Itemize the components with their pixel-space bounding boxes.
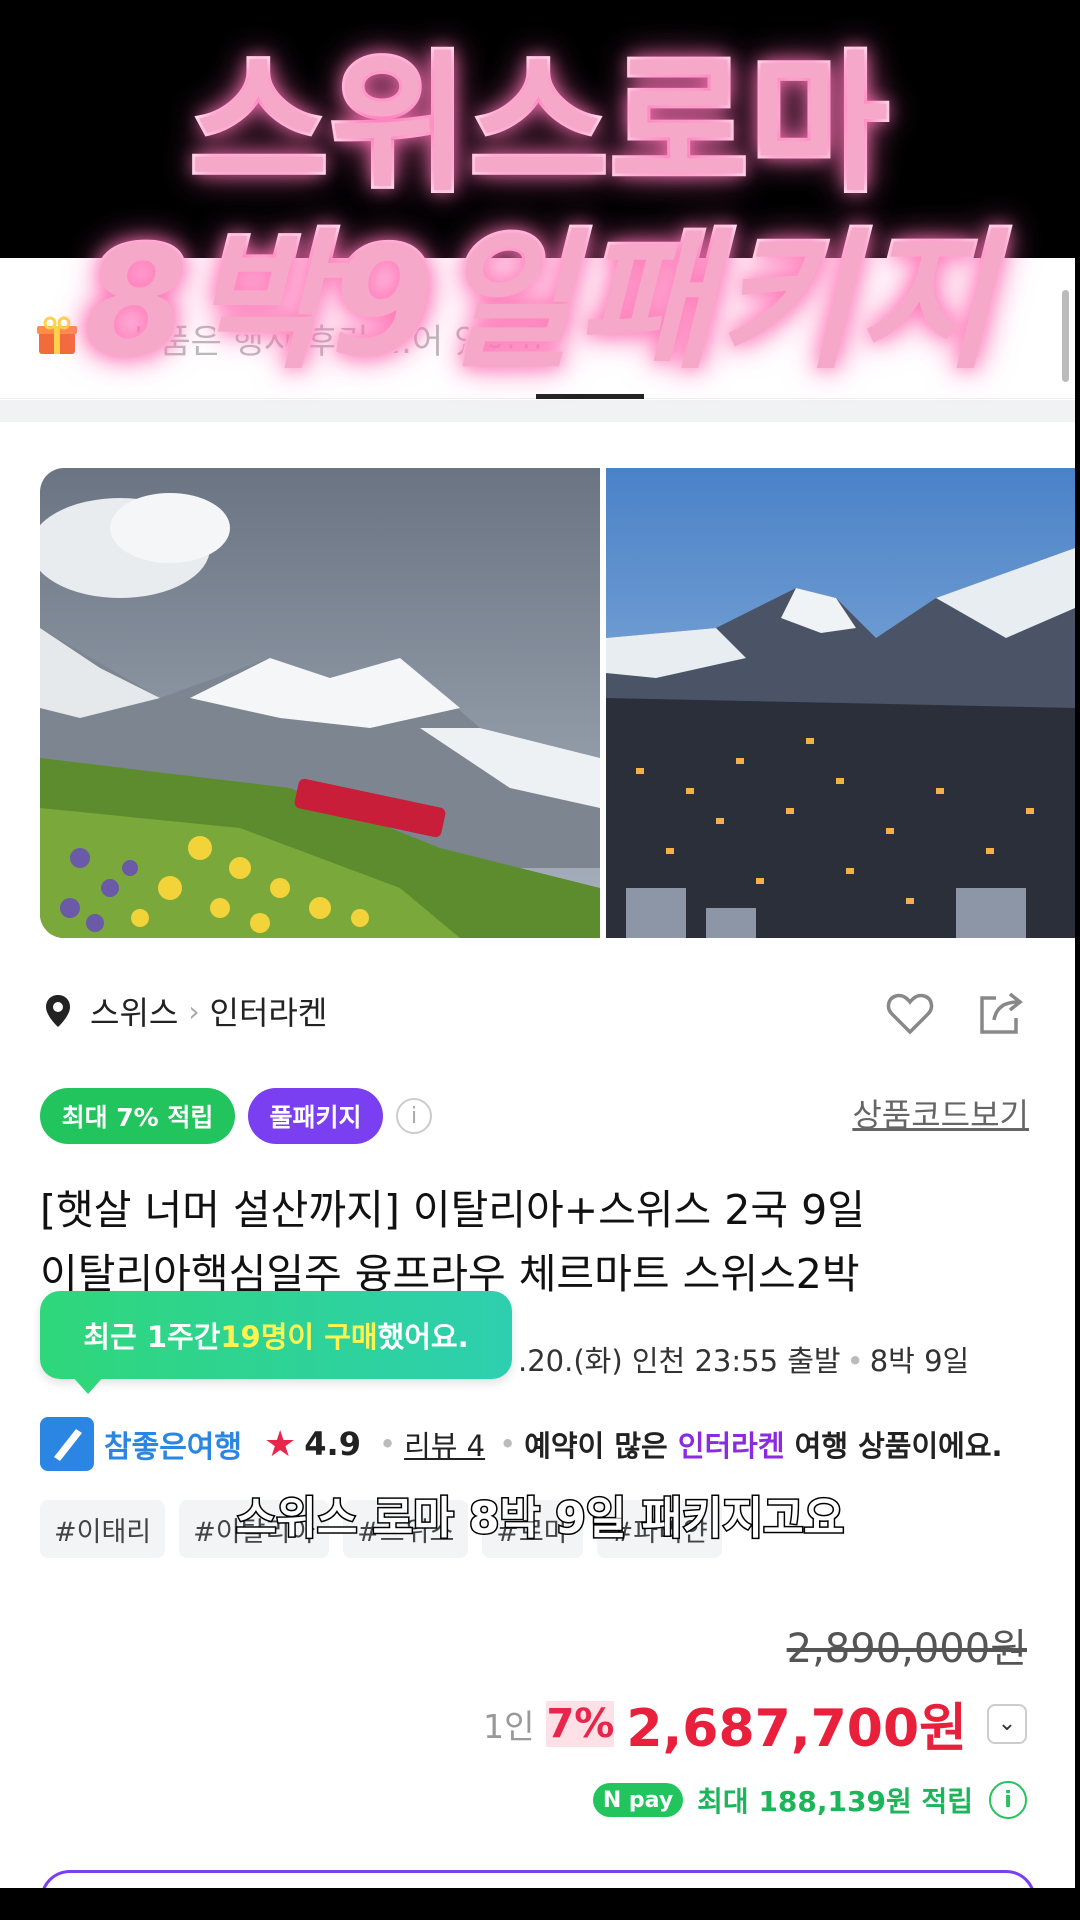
popularity-msg: 예약이 많은 인터라켄 여행 상품이에요. bbox=[524, 1429, 1003, 1463]
npay-points-row: N pay 최대 188,139원 적립 i bbox=[592, 1780, 1027, 1820]
departure-info: .20.(화) 인천 23:55 출발 • 8박 9일 bbox=[518, 1344, 970, 1378]
product-image-jungfrau[interactable] bbox=[40, 468, 600, 938]
trip-duration: 8박 9일 bbox=[869, 1344, 970, 1378]
purchase-tooltip: 최근 1주간 19명이 구매 했어요. bbox=[40, 1291, 512, 1379]
overlay-title-line1: 스위스로마 bbox=[187, 37, 891, 213]
bottom-black-band bbox=[0, 1888, 1080, 1920]
final-price: 2,687,700원 bbox=[626, 1699, 967, 1759]
tab-indicator bbox=[536, 394, 644, 399]
chevron-right-icon: › bbox=[188, 994, 200, 1028]
pin-icon bbox=[46, 995, 70, 1027]
original-price: 2,890,000원 bbox=[786, 1626, 1027, 1672]
heart-icon[interactable] bbox=[884, 988, 936, 1040]
price-row: 1인 7% 2,687,700원 ⌄ bbox=[483, 1686, 1027, 1761]
star-icon: ★ bbox=[264, 1423, 297, 1465]
departure-date: .20.(화) 인천 23:55 출발 bbox=[518, 1344, 841, 1378]
info-icon[interactable]: i bbox=[989, 1781, 1027, 1819]
per-person-label: 1인 bbox=[483, 1706, 535, 1746]
product-page: 이 상품은 행사 후기 ...어 있어요 스위스 › 인터라켄 최대 7% 적립… bbox=[0, 258, 1075, 1888]
overlay-subtitle: 스위스 로마 8박 9일 패키지고요 bbox=[234, 1492, 845, 1546]
right-edge bbox=[1075, 258, 1080, 1888]
location-country: 스위스 bbox=[90, 994, 179, 1032]
location-breadcrumb[interactable]: 스위스 › 인터라켄 bbox=[44, 988, 327, 1034]
overlay-title-line2: 8박9일패키지 bbox=[81, 215, 998, 391]
chevron-down-icon[interactable]: ⌄ bbox=[987, 1703, 1027, 1744]
product-code-link[interactable]: 상품코드보기 bbox=[852, 1090, 1029, 1136]
agency-logo[interactable] bbox=[40, 1417, 94, 1471]
reserve-button[interactable] bbox=[40, 1870, 1036, 1888]
package-type-badge: 풀패키지 bbox=[248, 1088, 383, 1144]
product-title: [햇살 너머 설산까지] 이탈리아+스위스 2국 9일 이탈리아핵심일주 융프라… bbox=[40, 1178, 1040, 1306]
points-badge: 최대 7% 적립 bbox=[40, 1088, 235, 1144]
agency-name[interactable]: 참좋은여행 bbox=[104, 1422, 242, 1466]
info-icon[interactable]: i bbox=[396, 1098, 432, 1134]
product-image-zermatt[interactable] bbox=[606, 468, 1075, 938]
tooltip-tail bbox=[72, 1376, 104, 1394]
npay-points: 최대 188,139원 적립 bbox=[697, 1785, 973, 1818]
review-link[interactable]: 리뷰 4 bbox=[404, 1423, 485, 1465]
location-city: 인터라켄 bbox=[209, 994, 328, 1032]
divider bbox=[0, 400, 1075, 422]
agency-row: 참좋은여행 ★ 4.9 • 리뷰 4 • 예약이 많은 인터라켄 여행 상품이에… bbox=[40, 1416, 1003, 1472]
npay-logo: N pay bbox=[592, 1783, 684, 1817]
rating-value: 4.9 bbox=[304, 1425, 361, 1463]
product-title-line1: [햇살 너머 설산까지] 이탈리아+스위스 2국 9일 bbox=[40, 1186, 865, 1234]
discount-rate: 7% bbox=[546, 1700, 615, 1747]
share-icon[interactable] bbox=[976, 988, 1026, 1038]
